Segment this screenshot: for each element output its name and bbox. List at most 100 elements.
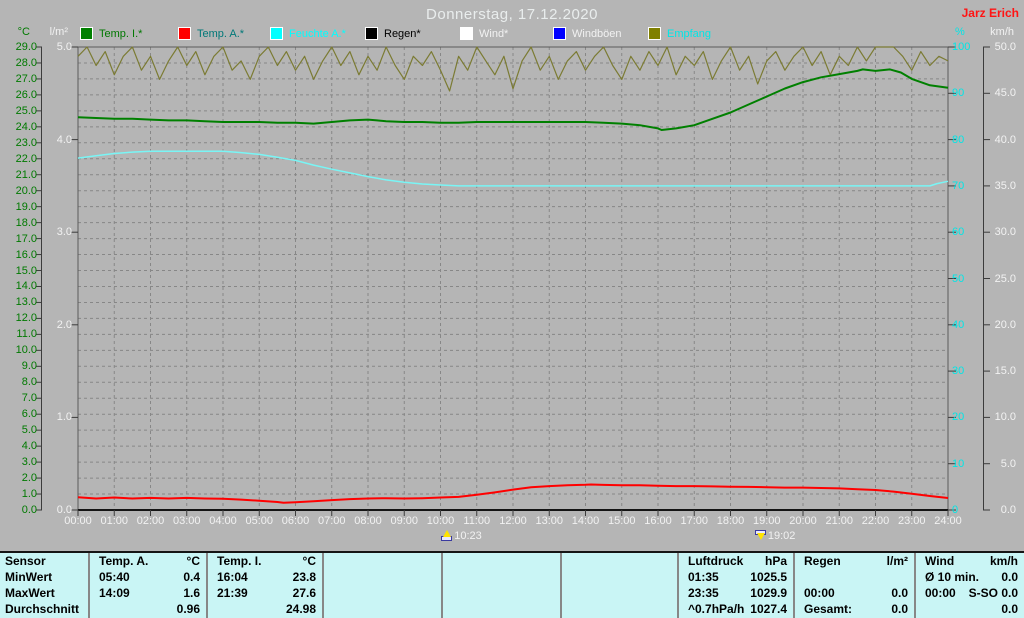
legend-label: Empfang [667, 27, 712, 40]
axis-tick-label: 17.0 [15, 232, 37, 245]
axis-tick-label: 40 [952, 318, 965, 331]
table-cell: S-SO 0.0 [968, 586, 1018, 600]
set-time-marker: 19:02 [754, 529, 795, 542]
table-cell: 27.6 [292, 586, 316, 600]
legend-swatch [460, 27, 473, 40]
axis-tick-label: 3.0 [56, 226, 72, 239]
table-cell: 1025.5 [750, 570, 787, 584]
axis-tick-label: 00:00 [64, 515, 92, 527]
table-cell: 23.8 [292, 570, 316, 584]
axis-tick-label: 25.0 [994, 272, 1016, 285]
table-section-tempa: Temp. A. °C 05:40 0.4 14:09 1.6 0.96 [88, 553, 206, 618]
axis-tick-label: 01:00 [100, 515, 129, 527]
axis-tick-label: 07:00 [317, 515, 346, 527]
legend: Temp. I.* Temp. A.* Feuchte A.* Regen* Wind*… [0, 27, 1024, 42]
axis-tick-label: 45.0 [994, 87, 1016, 100]
station-name: Jarz Erich [961, 6, 1019, 20]
axis-tick-label: 21:00 [825, 515, 854, 527]
axis-tick-label: 50 [952, 272, 965, 285]
axis-tick-label: 17:00 [680, 515, 709, 527]
table-data-row [443, 585, 560, 601]
axis-tick-label: 10.0 [15, 344, 37, 357]
set-icon [754, 530, 766, 541]
axis-tick-label: 16:00 [644, 515, 672, 527]
table-cell: 1029.9 [750, 586, 787, 600]
axis-tick-label: 2.0 [56, 318, 72, 331]
axis-tick-label: 6.0 [21, 408, 37, 421]
axis-tick-label: 20 [952, 411, 965, 424]
legend-label: Wind* [479, 27, 509, 40]
table-data-row: 0.96 [90, 601, 206, 617]
legend-label: Regen* [384, 27, 421, 40]
legend-swatch [80, 27, 93, 40]
table-row-label: Sensor [5, 554, 46, 568]
table-cell: 05:40 [99, 570, 130, 584]
legend-swatch [365, 27, 378, 40]
axis-tick-label: 19.0 [15, 200, 37, 213]
table-header-row [443, 553, 560, 569]
axis-tick-label: 40.0 [994, 133, 1016, 146]
axis-tick-label: 18.0 [15, 216, 37, 229]
table-section-regen: Regen l/m² 00:00 0.0 Gesamt: 0.0 [793, 553, 914, 618]
table-cell: hPa [764, 554, 787, 568]
summary-table: Sensor MinWert MaxWert Durchschnitt Temp. A.… [0, 551, 1024, 618]
axis-tick-label: 05:00 [245, 515, 274, 527]
axis-tick-label: 30.0 [994, 226, 1016, 239]
table-data-row: 24.98 [208, 601, 322, 617]
axis-tick-label: 23:00 [897, 515, 926, 527]
axis-tick-label: 0.0 [1000, 504, 1016, 516]
axis-tick-label: 14:00 [571, 515, 600, 527]
table-cell: ^0.7hPa/h [688, 602, 745, 616]
legend-item: Wind* [460, 27, 508, 40]
axis-tick-label: 0.0 [21, 504, 37, 516]
table-cell: Wind [925, 554, 955, 568]
legend-item: Temp. A.* [178, 27, 244, 40]
table-cell: 21:39 [217, 586, 248, 600]
axis-tick-label: 25.0 [15, 104, 37, 117]
legend-item: Regen* [365, 27, 421, 40]
axis-tick-label: 10.0 [994, 411, 1016, 424]
legend-item: Windböen [553, 27, 622, 40]
axis-tick-label: 70 [952, 179, 965, 192]
legend-item: Empfang [648, 27, 711, 40]
axis-tick-label: 8.0 [21, 376, 37, 389]
axis-tick-label: 80 [952, 133, 965, 146]
axis-tick-label: 21.0 [15, 168, 37, 181]
axis-tick-label: 1.0 [56, 411, 72, 424]
axis-tick-label: 4.0 [21, 440, 37, 453]
table-data-row [324, 585, 441, 601]
table-header-row [562, 553, 677, 569]
legend-label: Temp. I.* [99, 27, 143, 40]
legend-label: Windböen [572, 27, 622, 40]
table-cell: 16:04 [217, 570, 248, 584]
table-cell: 1027.4 [750, 602, 787, 616]
table-cell: Gesamt: [804, 602, 853, 616]
axis-tick-label: 22.0 [15, 152, 37, 165]
axis-tick-label: 19:00 [752, 515, 781, 527]
table-data-row [562, 601, 677, 617]
weather-day-chart: Donnerstag, 17.12.2020 Jarz Erich °C l/m… [0, 0, 1024, 618]
legend-swatch [553, 27, 566, 40]
legend-swatch [178, 27, 191, 40]
table-data-row [443, 569, 560, 585]
table-cell: km/h [989, 554, 1018, 568]
table-data-row: 21:39 27.6 [208, 585, 322, 601]
table-header-row [324, 553, 441, 569]
axis-tick-label: 18:00 [716, 515, 745, 527]
table-row-label: Durchschnitt [5, 602, 80, 616]
table-data-row [562, 569, 677, 585]
rise-time-label: 10:23 [454, 529, 482, 542]
table-header-row: Regen l/m² [795, 553, 914, 569]
table-header-row: Wind km/h [916, 553, 1024, 569]
axis-tick-label: 14.0 [15, 280, 37, 293]
axis-tick-label: 10:00 [426, 515, 455, 527]
table-data-row [562, 585, 677, 601]
table-data-row [324, 569, 441, 585]
table-header-row: Temp. A. °C [90, 553, 206, 569]
axis-tick-label: 7.0 [21, 392, 37, 405]
axis-tick-label: 09:00 [390, 515, 419, 527]
axis-tick-label: 10 [952, 457, 965, 470]
legend-item: Temp. I.* [80, 27, 142, 40]
table-cell: 0.0 [891, 586, 908, 600]
table-section-wind: Wind km/h Ø 10 min. 0.0 00:00 S-SO 0.0 0.0 [914, 553, 1024, 618]
